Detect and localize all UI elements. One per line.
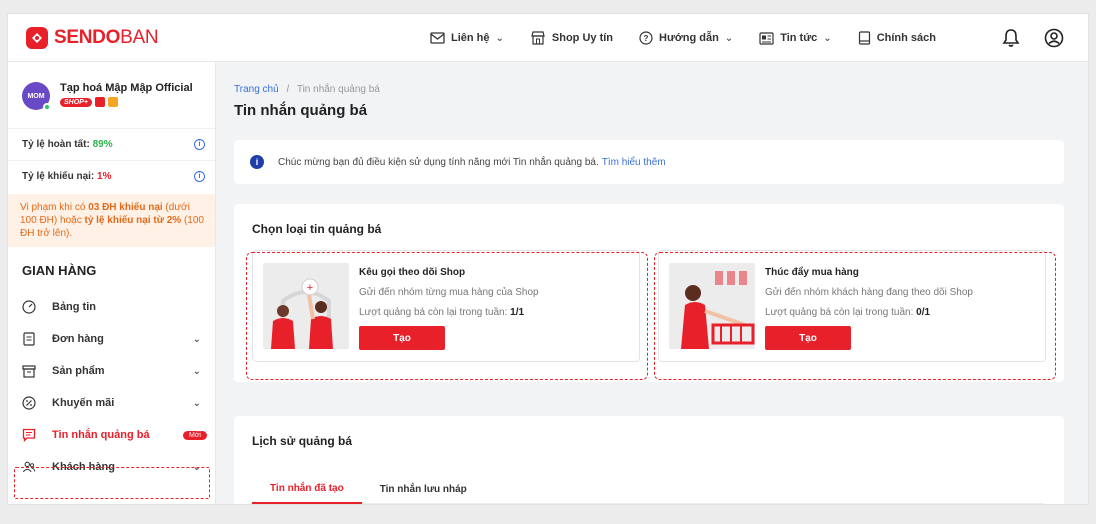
breadcrumb-current: Tin nhắn quảng bá — [296, 84, 380, 95]
avatar: MOM — [22, 82, 51, 111]
sidebar-item-label: Tin nhắn quảng bá — [52, 429, 150, 441]
sidebar-item-label: Đơn hàng — [52, 333, 104, 345]
news-icon — [759, 31, 774, 45]
tab-created-messages[interactable]: Tin nhắn đã tạo — [252, 474, 362, 504]
sidebar-section-title: GIAN HÀNG — [22, 263, 97, 278]
breadcrumb: Trang chủ / Tin nhắn quảng bá — [234, 84, 380, 95]
highlight-outline — [246, 252, 648, 380]
warning-bold: 03 ĐH khiếu nại — [88, 202, 163, 213]
eligibility-notice: i Chúc mừng bạn đủ điều kiện sử dụng tín… — [234, 140, 1064, 184]
nav-contact[interactable]: Liên hệ ⌄ — [430, 32, 504, 44]
mail-icon — [430, 32, 445, 44]
nav-contact-label: Liên hệ — [451, 32, 490, 44]
top-right-icons — [1002, 14, 1064, 62]
svg-text:?: ? — [644, 34, 649, 43]
top-bar: SENDOBAN Liên hệ ⌄ Shop Uy tín ? Hướng dẫ… — [8, 14, 1088, 62]
nav-policy[interactable]: Chính sách — [858, 31, 936, 45]
nav-trusted-shop[interactable]: Shop Uy tín — [530, 31, 613, 45]
violation-warning: Vi phạm khi có 03 ĐH khiếu nại (dưới 100… — [8, 194, 215, 247]
sidebar-item-dashboard[interactable]: Bảng tin — [8, 291, 215, 323]
new-badge: Mới — [183, 430, 207, 440]
sidebar-item-orders[interactable]: Đơn hàng ⌄ — [8, 323, 215, 355]
sidebar-item-label: Khuyến mãi — [52, 397, 115, 409]
broadcast-history: Lịch sử quảng bá Tin nhắn đã tạo Tin nhắ… — [234, 416, 1064, 504]
brand-name-bold: SENDO — [54, 26, 121, 48]
shop-profile[interactable]: MOM Tạp hoá Mập Mập Official SHOP+ — [8, 62, 215, 128]
section-title: Chọn loại tin quảng bá — [252, 222, 382, 236]
history-tabs: Tin nhắn đã tạo Tin nhắn lưu nháp — [252, 474, 1044, 504]
online-status-dot — [43, 103, 51, 111]
info-icon[interactable]: i — [194, 171, 205, 182]
chevron-down-icon: ⌄ — [823, 32, 832, 44]
product-icon — [22, 364, 36, 378]
complaint-rate-value: 1% — [97, 171, 112, 182]
sidebar-item-label: Bảng tin — [52, 301, 96, 313]
tab-draft-messages[interactable]: Tin nhắn lưu nháp — [362, 474, 485, 504]
chevron-down-icon: ⌄ — [495, 32, 504, 44]
completion-rate-value: 89% — [92, 139, 113, 150]
page-title: Tin nhắn quảng bá — [234, 102, 368, 119]
bell-icon[interactable] — [1002, 28, 1020, 48]
nav-news-label: Tin tức — [780, 32, 818, 44]
sidebar: MOM Tạp hoá Mập Mập Official SHOP+ Tỷ lệ… — [8, 62, 216, 504]
complaint-rate-label: Tỷ lệ khiếu nại: — [22, 171, 95, 182]
brand-name-light: BAN — [120, 26, 159, 48]
nav-guide-label: Hướng dẫn — [659, 32, 719, 44]
chevron-down-icon: ⌄ — [192, 365, 201, 377]
nav-guide[interactable]: ? Hướng dẫn ⌄ — [639, 31, 733, 45]
breadcrumb-home-link[interactable]: Trang chủ — [234, 84, 279, 95]
shop-badges: SHOP+ — [60, 97, 193, 107]
shop-plus-badge: SHOP+ — [60, 97, 92, 107]
notice-text: Chúc mừng bạn đủ điều kiện sử dụng tính … — [278, 156, 599, 168]
highlight-outline — [654, 252, 1056, 380]
nav-policy-label: Chính sách — [876, 32, 936, 44]
nav-news[interactable]: Tin tức ⌄ — [759, 31, 832, 45]
warning-text: Vi phạm khi có — [20, 202, 89, 213]
sidebar-item-promotions[interactable]: Khuyến mãi ⌄ — [8, 387, 215, 419]
chevron-down-icon: ⌄ — [192, 333, 201, 345]
message-icon — [22, 428, 36, 442]
top-nav: Liên hệ ⌄ Shop Uy tín ? Hướng dẫn ⌄ Tin tứ… — [430, 14, 962, 62]
highlight-outline — [14, 467, 210, 499]
reward-badge-icon — [107, 97, 118, 107]
logo-icon — [26, 26, 48, 49]
info-icon: i — [250, 155, 264, 169]
discount-icon — [22, 396, 36, 410]
logo-text: SENDOBAN — [54, 26, 159, 49]
sendo-ban-logo[interactable]: SENDOBAN — [26, 26, 159, 49]
nav-trusted-shop-label: Shop Uy tín — [551, 32, 614, 44]
breadcrumb-separator: / — [286, 84, 290, 95]
chevron-down-icon: ⌄ — [724, 32, 734, 44]
mall-badge-icon — [94, 97, 105, 107]
help-circle-icon: ? — [639, 31, 653, 45]
sidebar-item-broadcast-messages[interactable]: Tin nhắn quảng bá Mới — [8, 419, 215, 451]
user-account-icon[interactable] — [1044, 28, 1064, 48]
policy-icon — [858, 31, 870, 45]
complaint-rate: Tỷ lệ khiếu nại: 1% i — [8, 160, 215, 192]
app-window: SENDOBAN Liên hệ ⌄ Shop Uy tín ? Hướng dẫ… — [8, 14, 1088, 504]
completion-rate: Tỷ lệ hoàn tất: 89% i — [8, 128, 215, 160]
info-icon[interactable]: i — [194, 139, 205, 150]
dashboard-icon — [22, 300, 36, 314]
chevron-down-icon: ⌄ — [192, 397, 201, 409]
avatar-text: MOM — [27, 92, 45, 100]
completion-rate-label: Tỷ lệ hoàn tất: — [22, 139, 90, 150]
shop-name: Tạp hoá Mập Mập Official — [60, 82, 193, 94]
learn-more-link[interactable]: Tìm hiểu thêm — [602, 157, 666, 168]
sidebar-item-label: Sản phẩm — [52, 365, 105, 377]
section-title: Lịch sử quảng bá — [252, 434, 353, 448]
order-icon — [22, 332, 36, 346]
sidebar-item-products[interactable]: Sản phẩm ⌄ — [8, 355, 215, 387]
store-icon — [531, 31, 545, 45]
warning-bold: tỷ lệ khiếu nại từ 2% — [84, 215, 182, 226]
